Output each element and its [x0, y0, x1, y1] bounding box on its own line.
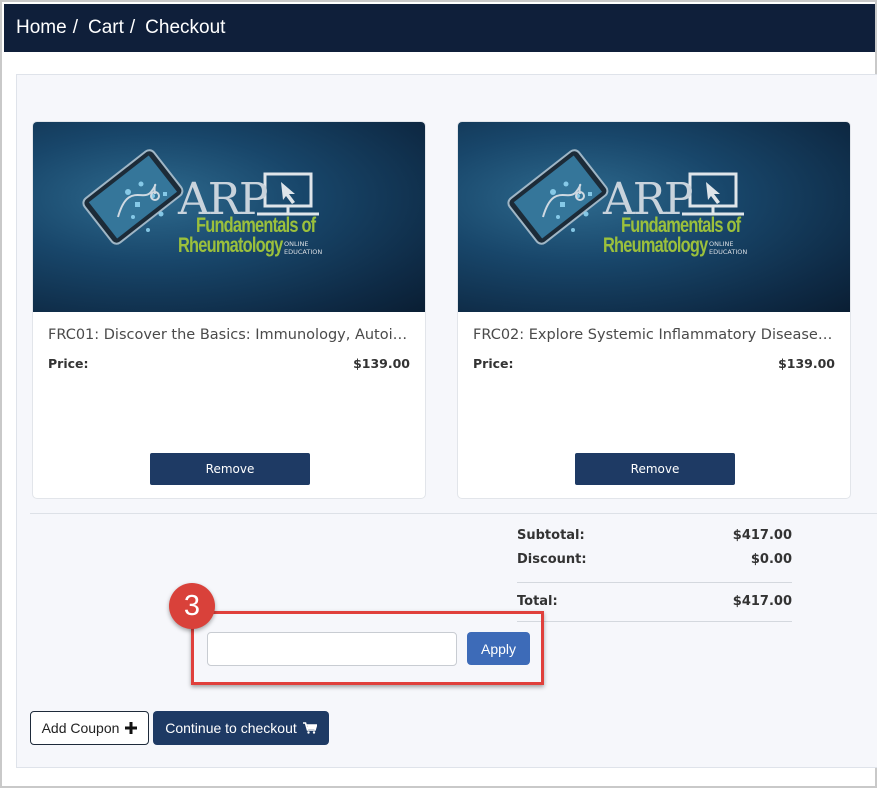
breadcrumb-separator: /: [72, 17, 78, 38]
subtotal-label: Subtotal:: [517, 528, 585, 543]
discount-value: $0.00: [750, 552, 792, 567]
breadcrumb-cart[interactable]: Cart: [88, 17, 124, 39]
logo-line2: Rheumatology: [603, 234, 708, 257]
course-banner-image: ARP Fundamentals of Rheumatology ONLINE …: [33, 122, 425, 312]
callout-highlight-box: [191, 611, 544, 685]
add-coupon-label: Add Coupon: [41, 720, 120, 736]
total-row: Total: $417.00: [517, 594, 792, 609]
price-label: Price:: [48, 356, 89, 371]
discount-row: Discount: $0.00: [517, 552, 792, 567]
product-card: ARP Fundamentals of Rheumatology ONLINE …: [457, 121, 851, 499]
logo-small-line2: EDUCATION: [284, 248, 323, 256]
subtotal-row: Subtotal: $417.00: [517, 528, 792, 543]
breadcrumb-home[interactable]: Home: [16, 17, 67, 39]
logo-small-line2: EDUCATION: [709, 248, 748, 256]
logo-line2: Rheumatology: [178, 234, 283, 257]
product-card: ARP Fundamentals of Rheumatology ONLINE …: [32, 121, 426, 499]
remove-button[interactable]: Remove: [150, 453, 310, 485]
continue-label: Continue to checkout: [165, 720, 297, 736]
price-value: $139.00: [353, 356, 410, 371]
logo-small-line1: ONLINE: [709, 240, 734, 248]
section-divider: [30, 513, 877, 514]
discount-label: Discount:: [517, 552, 587, 567]
callout-step-badge: 3: [169, 583, 215, 629]
subtotal-value: $417.00: [732, 528, 792, 543]
total-label: Total:: [517, 594, 558, 609]
shopping-cart-icon: [302, 722, 317, 734]
continue-to-checkout-button[interactable]: Continue to checkout: [153, 711, 329, 745]
remove-button[interactable]: Remove: [575, 453, 735, 485]
logo-small-line1: ONLINE: [284, 240, 309, 248]
breadcrumb: Home / Cart / Checkout: [4, 4, 875, 52]
product-title[interactable]: FRC02: Explore Systemic Inflammatory Dis…: [473, 327, 839, 343]
breadcrumb-checkout: Checkout: [145, 17, 226, 38]
summary-divider: [517, 621, 792, 622]
course-banner-image: ARP Fundamentals of Rheumatology ONLINE …: [458, 122, 850, 312]
product-title[interactable]: FRC01: Discover the Basics: Immunology, …: [48, 327, 414, 343]
breadcrumb-separator: /: [129, 17, 136, 38]
add-coupon-button[interactable]: Add Coupon: [30, 711, 149, 745]
price-value: $139.00: [778, 356, 835, 371]
price-label: Price:: [473, 356, 514, 371]
total-value: $417.00: [732, 594, 792, 609]
summary-divider: [517, 582, 792, 583]
plus-icon: [125, 722, 138, 734]
